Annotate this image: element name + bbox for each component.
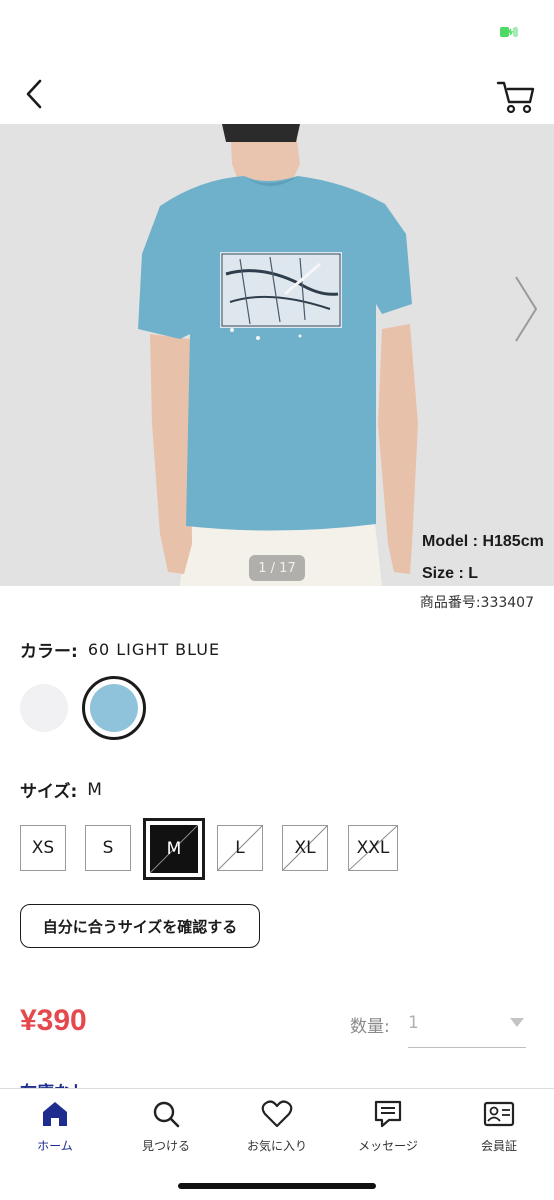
color-swatch-white[interactable] [20,684,68,732]
size-option-m[interactable]: M [143,818,205,880]
nav-label: 見つける [141,1139,190,1153]
color-label: カラー: [20,642,78,662]
size-option-s[interactable]: S [85,825,131,871]
nav-favorites[interactable]: お気に入り [222,1097,332,1157]
next-image-button[interactable] [506,274,546,344]
product-code: 商品番号:333407 [419,595,534,611]
product-detail-screen: 1 / 17 Model : H185cm Size : L 商品番号:3334… [0,0,554,1200]
chevron-left-icon [26,79,42,109]
swatch-fill [90,684,138,732]
nav-discover[interactable]: 見つける [111,1097,221,1157]
nav-label: メッセージ [358,1139,418,1153]
heart-icon [260,1097,294,1131]
cart-button[interactable] [492,72,540,120]
status-bar [0,0,554,62]
size-option-xxl[interactable]: XXL [348,825,398,871]
quantity-select[interactable]: 1 [408,1004,526,1048]
quantity-label: 数量: [350,1017,390,1037]
size-option-label: XXL [356,838,390,858]
home-indicator [178,1183,376,1189]
size-option-l[interactable]: L [217,825,263,871]
header-bar [0,62,554,124]
model-height: Model : H185cm [422,533,544,550]
back-button[interactable] [12,72,56,116]
nav-label: 会員証 [480,1139,517,1153]
size-option-m-fill: M [150,825,198,873]
price: ¥390 [20,1004,87,1037]
stock-status: 在庫なし [20,1078,88,1088]
nav-messages[interactable]: メッセージ [333,1097,443,1157]
chevron-right-icon [515,276,538,342]
color-value: 60 LIGHT BLUE [87,640,221,659]
color-row: カラー: 60 LIGHT BLUE [20,637,220,662]
size-option-label: M [166,839,182,859]
size-value: M [87,779,102,800]
size-option-label: S [102,838,114,858]
dropdown-arrow-icon [510,1018,524,1027]
size-option-xl[interactable]: XL [282,825,328,871]
image-counter: 1 / 17 [249,555,305,581]
color-swatch-light-blue[interactable] [82,676,146,740]
model-size: Size : L [422,565,479,582]
cart-icon [496,81,535,114]
product-image[interactable]: 1 / 17 Model : H185cm Size : L [0,124,554,586]
member-card-icon [482,1097,516,1131]
size-option-xs[interactable]: XS [20,825,66,871]
size-label: サイズ: [20,782,78,802]
size-option-label: XL [294,838,316,858]
search-icon [149,1097,183,1131]
nav-home[interactable]: ホーム [0,1097,110,1157]
nav-member-card[interactable]: 会員証 [444,1097,554,1157]
size-option-label: L [235,838,245,858]
nav-label: お気に入り [246,1139,307,1153]
nav-label: ホーム [37,1139,73,1153]
product-photo [0,124,554,586]
battery-icon [500,27,518,37]
check-my-size-button[interactable]: 自分に合うサイズを確認する [20,904,260,948]
quantity-value: 1 [408,1013,419,1033]
message-icon [371,1097,405,1131]
model-info: Model : H185cm Size : L [422,526,544,586]
manga-print-graphic [220,252,342,328]
size-option-label: XS [31,838,55,858]
size-row: サイズ: M [20,777,102,803]
home-icon [38,1097,72,1131]
